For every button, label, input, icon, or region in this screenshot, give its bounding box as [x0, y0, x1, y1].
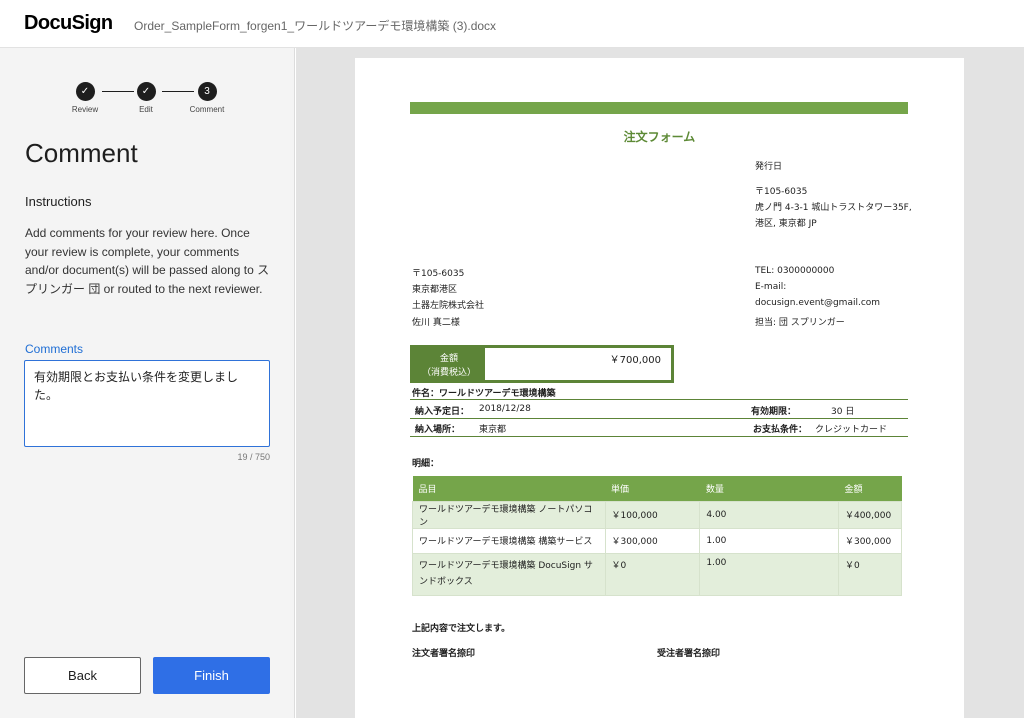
- header-band: [410, 102, 908, 114]
- step-label: Edit: [139, 105, 153, 114]
- doc-title: 注文フォーム: [623, 130, 696, 144]
- cell-item: ワールドツアーデモ環境構築 DocuSign サンドボックス: [412, 552, 606, 596]
- step-label: Review: [71, 105, 99, 114]
- orderer-signature-label: 注文者署名捺印: [412, 649, 476, 659]
- amount-label-cell: 金額 （消費税込）: [413, 348, 485, 380]
- comments-textarea[interactable]: 有効期限とお支払い条件を変更しました。: [24, 360, 270, 447]
- table-row: ワールドツアーデモ環境構築 DocuSign サンドボックス ￥0 1.00 ￥…: [412, 552, 903, 596]
- payment-value: クレジットカード: [815, 425, 888, 435]
- cell-unit-price: ￥0: [604, 552, 701, 596]
- delivery-date-label: 納入予定日：: [415, 407, 470, 417]
- cell-quantity: 1.00: [699, 527, 839, 554]
- details-label: 明細：: [412, 459, 440, 469]
- subject-line: 件名：ワールドツアーデモ環境構築: [412, 389, 556, 399]
- col-header-item: 品目: [412, 476, 605, 501]
- check-icon: ✓: [75, 82, 95, 101]
- cell-unit-price: ￥300,000: [604, 527, 701, 554]
- check-icon: ✓: [136, 82, 156, 101]
- sender-postal: 〒105-6035: [755, 187, 808, 197]
- step-label: Comment: [189, 105, 225, 114]
- contact-email-label: E-mail:: [755, 282, 787, 292]
- cell-quantity: 1.00: [699, 552, 839, 596]
- cell-item: ワールドツアーデモ環境構築 構築サービス: [412, 527, 606, 554]
- amount-value: ￥700,000: [609, 355, 661, 366]
- recipient-city: 東京都港区: [412, 285, 458, 295]
- recipient-company: 土器左院株式会社: [412, 301, 485, 311]
- progress-stepper: ✓ Review ✓ Edit 3 Comment: [70, 82, 230, 114]
- total-amount-box: 金額 （消費税込） ￥700,000: [410, 345, 674, 383]
- order-items-table: 品目 単価 数量 金額 ワールドツアーデモ環境構築 ノートパソコン ￥100,0…: [412, 476, 903, 596]
- table-row: ワールドツアーデモ環境構築 ノートパソコン ￥100,000 4.00 ￥400…: [412, 500, 903, 529]
- review-sidebar: ✓ Review ✓ Edit 3 Comment Comment Instru…: [0, 48, 295, 718]
- cell-unit-price: ￥100,000: [604, 500, 701, 529]
- amount-label: 金額: [439, 354, 458, 364]
- col-header-quantity: 数量: [699, 476, 839, 501]
- cell-amount: ￥0: [837, 552, 903, 596]
- contact-person: 担当: 団 スプリンガー: [755, 318, 845, 328]
- instructions-text: Add comments for your review here. Once …: [25, 226, 270, 296]
- table-row: ワールドツアーデモ環境構築 構築サービス ￥300,000 1.00 ￥300,…: [412, 527, 903, 554]
- recipient-person: 佐川 真二様: [412, 318, 460, 328]
- divider: [410, 418, 908, 419]
- cell-quantity: 4.00: [699, 500, 839, 529]
- step-comment[interactable]: 3 Comment: [187, 82, 227, 114]
- sender-address-line2: 港区, 東京都 JP: [755, 219, 817, 229]
- document-filename: Order_SampleForm_forgen1_ワールドツアーデモ環境構築 (…: [134, 19, 497, 33]
- character-counter: 19 / 750: [237, 452, 270, 462]
- finish-button[interactable]: Finish: [153, 657, 270, 694]
- payment-label: お支払条件：: [753, 425, 808, 435]
- cell-amount: ￥400,000: [837, 500, 903, 529]
- amount-tax-note: （消費税込）: [421, 368, 476, 378]
- divider: [410, 399, 908, 400]
- cell-amount: ￥300,000: [837, 527, 903, 554]
- col-header-unit-price: 単価: [605, 476, 700, 501]
- document-viewer[interactable]: 注文フォーム 発行日 〒105-6035 虎ノ門 4-3-1 城山トラストタワー…: [296, 48, 1024, 718]
- step-number: 3: [197, 82, 217, 101]
- validity-label: 有効期限：: [751, 407, 797, 417]
- col-header-amount: 金額: [838, 476, 902, 501]
- sender-address-line1: 虎ノ門 4-3-1 城山トラストタワー35F,: [755, 203, 912, 213]
- receiver-signature-label: 受注者署名捺印: [657, 649, 721, 659]
- document-page: 注文フォーム 発行日 〒105-6035 虎ノ門 4-3-1 城山トラストタワー…: [355, 58, 964, 718]
- docusign-logo: DocuSign: [24, 12, 113, 34]
- back-button[interactable]: Back: [24, 657, 141, 694]
- table-header-row: 品目 単価 数量 金額: [412, 476, 902, 501]
- panel-title: Comment: [25, 138, 138, 168]
- instructions-heading: Instructions: [25, 194, 92, 209]
- delivery-date-value: 2018/12/28: [479, 404, 531, 414]
- app-header: DocuSign Order_SampleForm_forgen1_ワールドツア…: [0, 0, 1024, 48]
- divider: [410, 436, 908, 437]
- step-edit[interactable]: ✓ Edit: [126, 82, 166, 114]
- recipient-postal: 〒105-6035: [412, 269, 465, 279]
- comments-label: Comments: [25, 342, 84, 356]
- issue-date-label: 発行日: [755, 162, 783, 172]
- step-review[interactable]: ✓ Review: [65, 82, 105, 114]
- cell-item: ワールドツアーデモ環境構築 ノートパソコン: [412, 500, 606, 529]
- contact-email: docusign.event@gmail.com: [755, 298, 881, 308]
- closing-statement: 上記内容で注文します。: [412, 624, 511, 634]
- contact-tel: TEL: 0300000000: [755, 266, 835, 276]
- validity-value: 30 日: [831, 407, 855, 417]
- delivery-place-value: 東京都: [479, 425, 507, 435]
- delivery-place-label: 納入場所：: [415, 425, 461, 435]
